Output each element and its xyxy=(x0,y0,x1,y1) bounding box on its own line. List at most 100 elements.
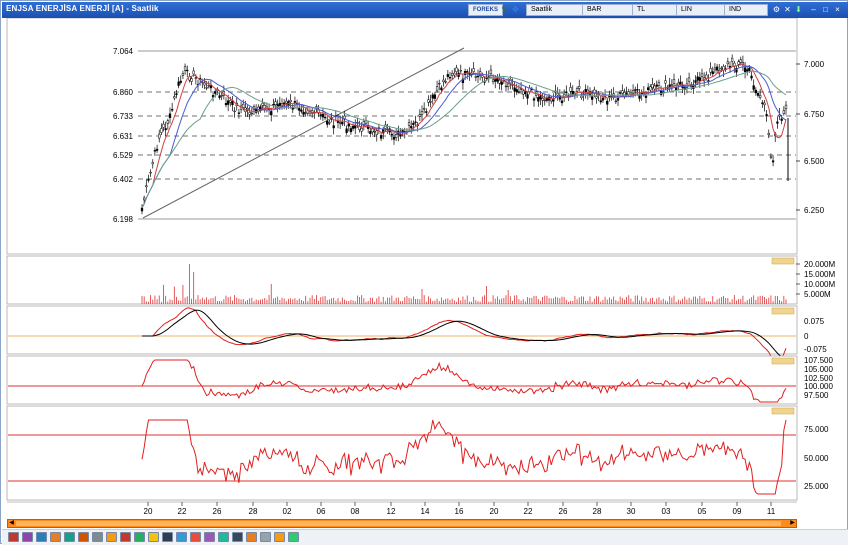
time-axis-label: 22 xyxy=(178,507,187,516)
candle-body xyxy=(153,150,157,152)
candle-body xyxy=(145,185,148,188)
rsi-axis-label: 50.000 xyxy=(804,454,829,463)
horizontal-scrollbar[interactable]: ◀ ▶ xyxy=(7,519,797,528)
candle-body xyxy=(539,95,542,100)
chart-area[interactable]: 7.064 6.860 6.733 6.631 6.529 6.402 6.198 7.000… xyxy=(1,18,848,518)
candle-body xyxy=(418,114,421,117)
period-dropdown[interactable]: Saatlik xyxy=(526,4,584,16)
candle-body xyxy=(438,82,441,85)
candle-body xyxy=(584,88,587,92)
pan-icon[interactable] xyxy=(120,532,131,542)
candle-body xyxy=(164,128,167,131)
indicator-dropdown[interactable]: IND xyxy=(724,4,768,16)
candle-body xyxy=(715,66,719,71)
window-restore-icon[interactable]: □ xyxy=(821,5,830,14)
folder-icon[interactable] xyxy=(274,532,285,542)
print-icon[interactable] xyxy=(162,532,173,542)
candle-body xyxy=(496,78,499,82)
zoom-icon[interactable] xyxy=(92,532,103,542)
bottom-toolbar xyxy=(2,529,848,545)
chart-window: ENJSA ENERJİSA ENERJİ [A] - Saatlik FORE… xyxy=(0,0,848,545)
candle-body xyxy=(580,95,583,98)
info-icon[interactable] xyxy=(176,532,187,542)
layout-icon[interactable] xyxy=(64,532,75,542)
momentum-panel[interactable]: 107.500105.000102.500100.00097.500 xyxy=(6,355,833,405)
candle-body xyxy=(339,122,342,124)
candle-body xyxy=(537,97,540,102)
candle-body xyxy=(780,118,783,121)
candle-body xyxy=(407,122,411,126)
candle-body xyxy=(229,100,232,103)
candle-body xyxy=(332,125,335,129)
fib-label: 6.402 xyxy=(113,175,134,184)
pen-icon[interactable] xyxy=(288,532,299,542)
candle-body xyxy=(207,85,210,87)
candle-body xyxy=(171,109,174,111)
candle-icon[interactable] xyxy=(22,532,33,542)
candle-body xyxy=(668,84,671,88)
time-axis-label: 26 xyxy=(213,507,222,516)
open-icon[interactable] xyxy=(148,532,159,542)
window-icon[interactable] xyxy=(218,532,229,542)
cursor-icon[interactable]: ✥ xyxy=(511,5,520,14)
candle-body xyxy=(541,97,544,101)
download-icon[interactable]: ⬇ xyxy=(794,5,803,14)
window-close-icon[interactable]: × xyxy=(833,5,842,14)
tool-icon[interactable]: ✕ xyxy=(783,5,792,14)
candle-body xyxy=(425,111,428,113)
settings-icon[interactable] xyxy=(260,532,271,542)
candle-body xyxy=(446,74,449,77)
chart-icon[interactable] xyxy=(8,532,19,542)
candle-body xyxy=(220,95,223,97)
candle-body xyxy=(743,67,747,73)
fib-label: 6.198 xyxy=(113,215,134,224)
candle-body xyxy=(765,114,768,117)
scroll-right-icon[interactable]: ▶ xyxy=(789,520,796,527)
scroll-left-icon[interactable]: ◀ xyxy=(8,520,15,527)
settings-icon[interactable]: ⚙ xyxy=(772,5,781,14)
candle-body xyxy=(517,91,521,93)
export-icon[interactable] xyxy=(190,532,201,542)
candle-body xyxy=(420,111,424,115)
candle-body xyxy=(657,82,661,86)
candle-body xyxy=(739,59,742,63)
bar-icon[interactable] xyxy=(50,532,61,542)
candle-body xyxy=(507,83,510,88)
candle-body xyxy=(672,79,676,84)
chart-type-dropdown[interactable]: BAR xyxy=(582,4,634,16)
save-icon[interactable] xyxy=(134,532,145,542)
tools-icon[interactable] xyxy=(78,532,89,542)
candle-body xyxy=(784,104,788,110)
currency-dropdown[interactable]: TL xyxy=(632,4,678,16)
momentum-axis-label: 100.000 xyxy=(804,382,833,391)
candle-body xyxy=(644,95,648,98)
palette-icon[interactable] xyxy=(106,532,117,542)
candle-body xyxy=(591,96,594,100)
macd-panel[interactable]: 0.075 0 -0.075 xyxy=(6,305,827,363)
candle-body xyxy=(160,128,163,133)
price-panel[interactable]: 7.064 6.860 6.733 6.631 6.529 6.402 6.198 7.000… xyxy=(6,18,825,255)
line-icon[interactable] xyxy=(36,532,47,542)
pencil-icon[interactable]: ✎ xyxy=(500,5,509,14)
candle-body xyxy=(526,94,529,99)
time-axis-label: 11 xyxy=(767,507,776,516)
sphere-icon[interactable] xyxy=(232,532,243,542)
candle-body xyxy=(737,61,740,65)
candle-body xyxy=(647,87,650,90)
volume-panel[interactable]: 20.000M15.000M10.000M5.000M xyxy=(6,255,835,305)
image-icon[interactable] xyxy=(246,532,257,542)
fib-label: 6.733 xyxy=(113,112,134,121)
window-min-icon[interactable]: – xyxy=(809,5,818,14)
candle-body xyxy=(491,79,495,82)
momentum-axis-label: 107.500 xyxy=(804,356,833,365)
candle-body xyxy=(390,133,393,136)
candle-body xyxy=(651,84,654,89)
candle-body xyxy=(752,85,755,90)
candle-body xyxy=(489,69,493,75)
volume-axis-label: 15.000M xyxy=(804,270,835,279)
scale-dropdown[interactable]: LIN xyxy=(676,4,726,16)
rsi-panel[interactable]: 75.000 50.000 25.000 xyxy=(6,405,829,501)
copy-icon[interactable] xyxy=(204,532,215,542)
candle-body xyxy=(328,122,331,124)
scroll-thumb[interactable] xyxy=(16,521,781,526)
